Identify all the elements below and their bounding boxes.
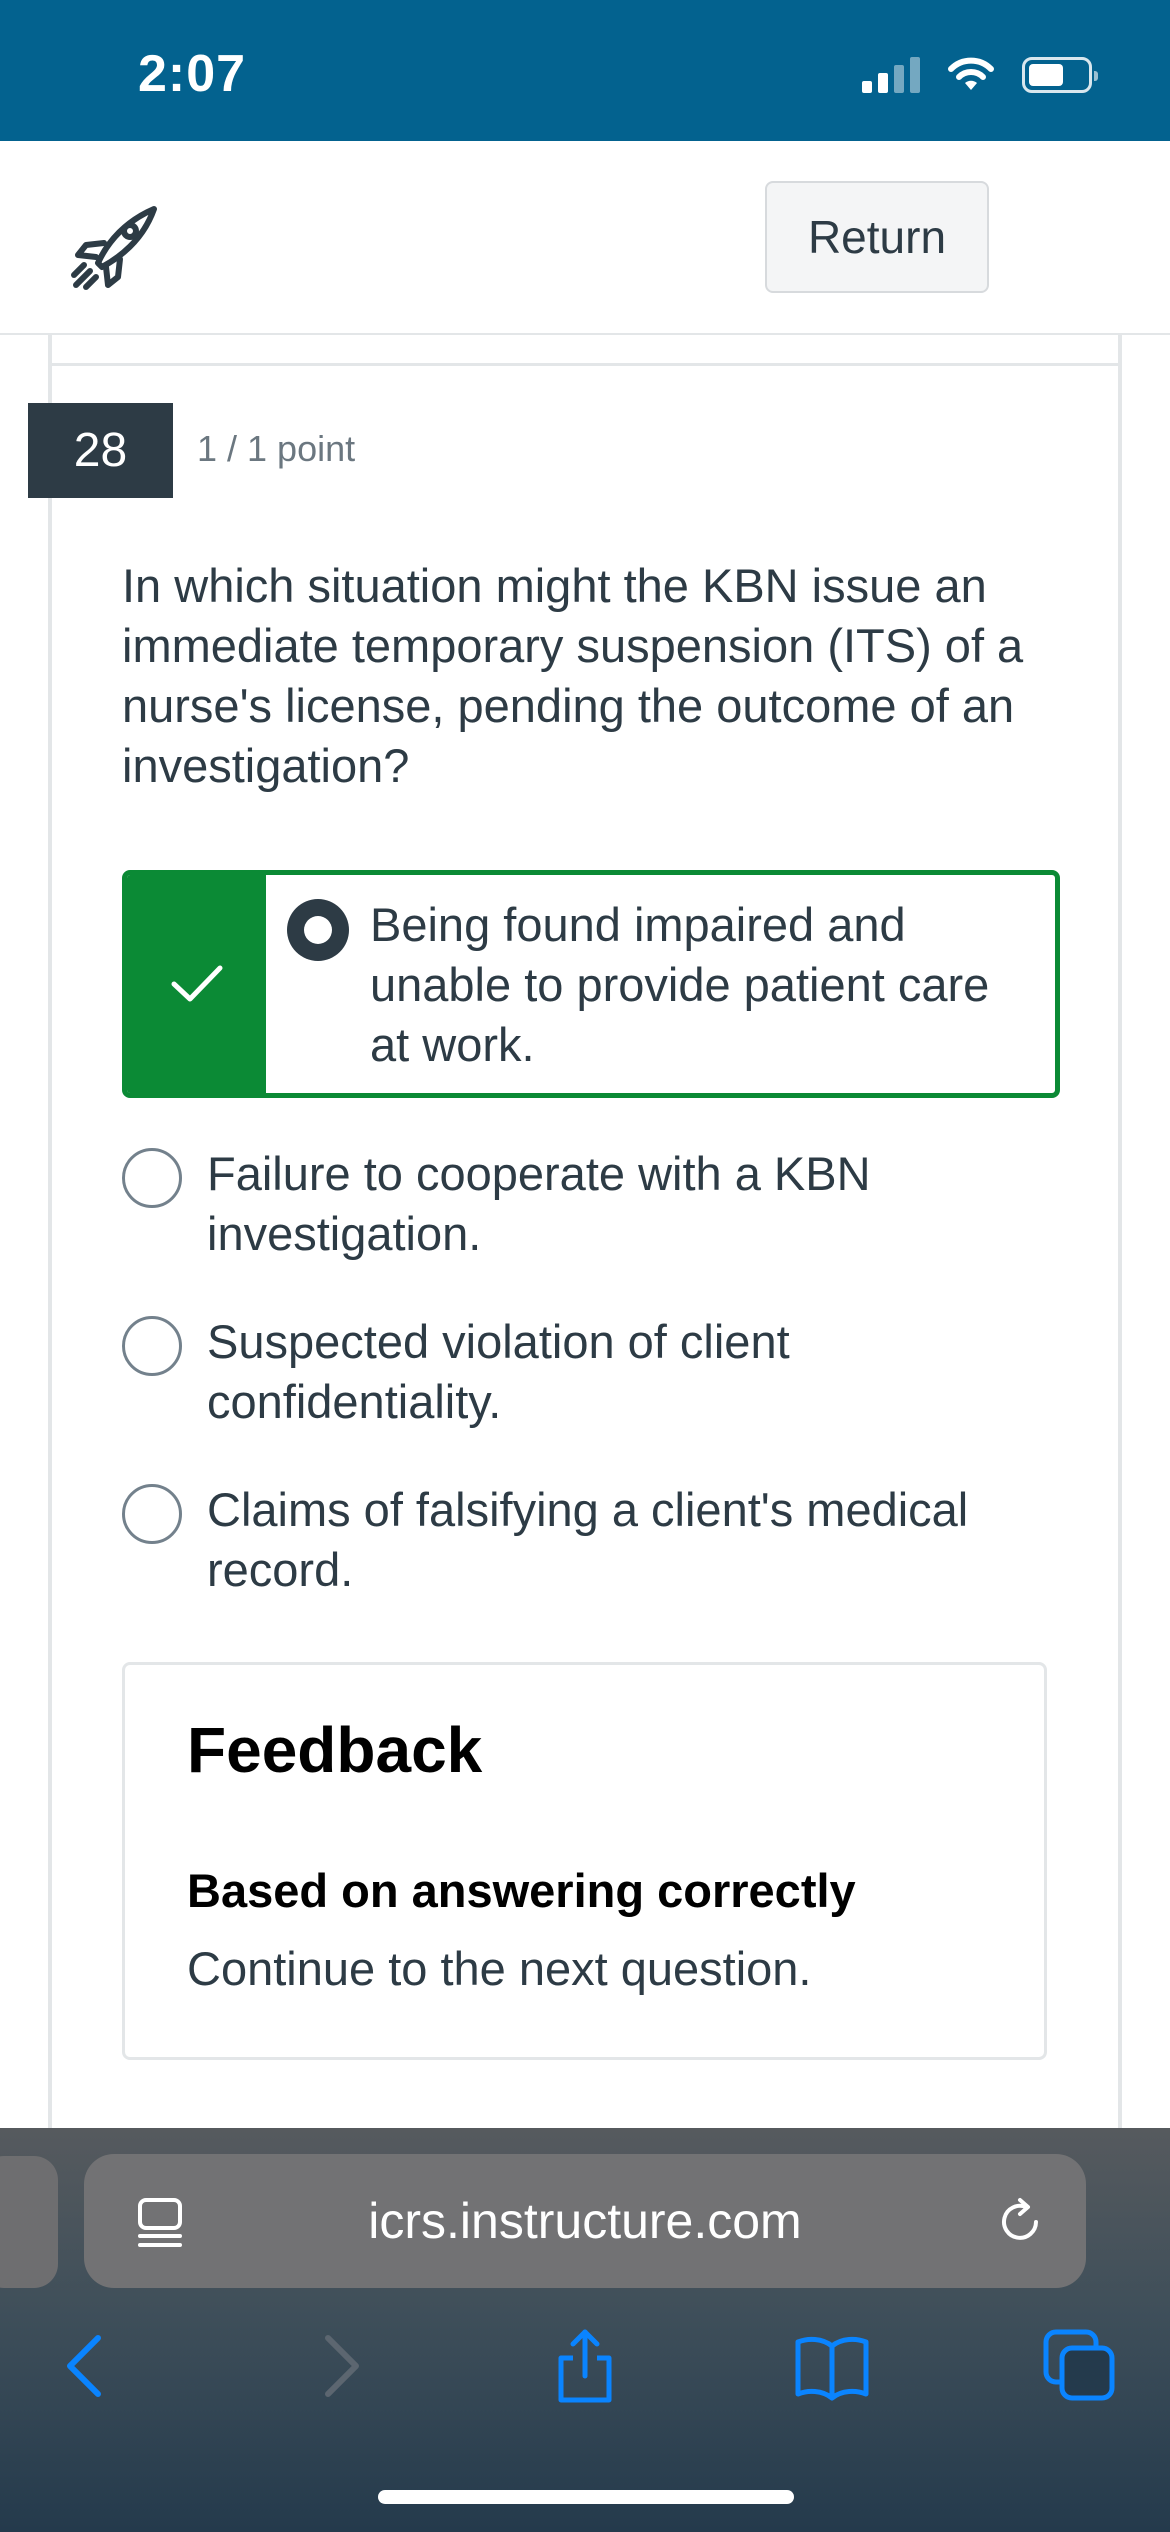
browser-toolbar: icrs.instructure.com [0,2128,1170,2532]
correct-flag [127,875,266,1093]
radio-button[interactable] [122,1316,182,1376]
answer-text: Failure to cooperate with a KBN investig… [207,1147,871,1260]
status-bar: 2:07 [0,0,1170,141]
answer-text: Claims of falsifying a client's medical … [207,1483,969,1596]
radio-button[interactable] [122,1148,182,1208]
answer-text: Being found impaired and unable to provi… [370,898,990,1071]
rocket-icon[interactable] [68,201,162,295]
app-header: Return [0,141,1170,335]
address-bar[interactable]: icrs.instructure.com [84,2154,1086,2288]
question-text: In which situation might the KBN issue a… [122,559,1024,792]
tabs-icon[interactable] [1042,2328,1118,2404]
feedback-subtitle: Based on answering correctly [187,1864,856,1917]
checkmark-icon [171,965,222,1002]
battery-icon [1022,57,1098,93]
question-points: 1 / 1 point [197,428,356,469]
return-button[interactable]: Return [765,181,989,293]
status-icons [862,56,1098,94]
question-number: 28 [28,403,173,498]
previous-tab-peek[interactable] [0,2156,58,2288]
answer-option[interactable]: Claims of falsifying a client's medical … [122,1480,1060,1610]
reload-icon[interactable] [992,2194,1048,2250]
radio-button[interactable] [122,1484,182,1544]
answer-text: Suspected violation of client confidenti… [207,1315,790,1428]
share-icon[interactable] [547,2328,623,2404]
answer-option[interactable]: Failure to cooperate with a KBN investig… [122,1144,1060,1274]
bookmarks-icon[interactable] [794,2328,870,2404]
feedback-text: Continue to the next question. [187,1942,812,1995]
feedback-title: Feedback [187,1714,483,1786]
url-text: icrs.instructure.com [368,2193,802,2249]
radio-selected[interactable] [287,899,349,961]
back-icon[interactable] [50,2328,126,2404]
status-time: 2:07 [138,45,247,103]
forward-icon[interactable] [300,2328,376,2404]
cellular-signal-icon [862,57,920,93]
home-indicator[interactable] [378,2490,794,2504]
card-divider [48,363,1122,366]
wifi-icon [948,57,994,90]
feedback-panel: Feedback Based on answering correctly Co… [122,1662,1047,2060]
answer-option-correct[interactable]: Being found impaired and unable to provi… [122,870,1060,1098]
answer-option[interactable]: Suspected violation of client confidenti… [122,1312,1060,1442]
